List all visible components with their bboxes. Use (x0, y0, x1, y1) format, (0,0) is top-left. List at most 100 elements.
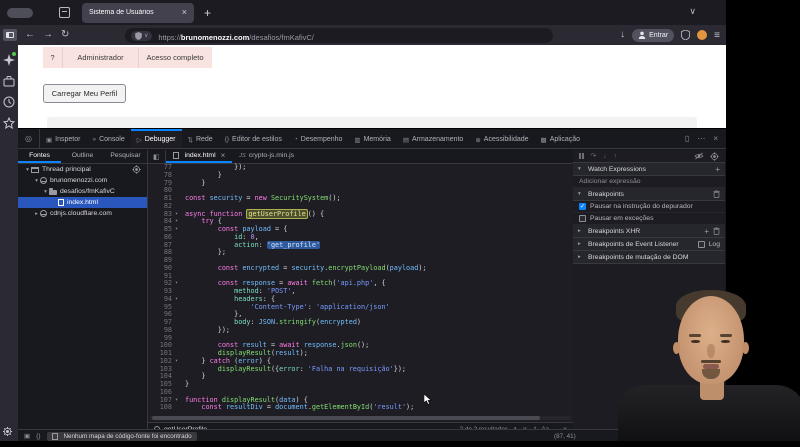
responsive-design-icon[interactable]: ▯ (685, 134, 689, 143)
pretty-print-icon[interactable]: {} (36, 433, 40, 440)
sources-tab-pesquisar[interactable]: Pesquisar (104, 150, 147, 163)
event-listener-breakpoints-header[interactable]: ▸ Breakpoints de Event Listener Log (573, 238, 725, 251)
new-tab-button[interactable]: + (204, 6, 211, 20)
load-profile-button[interactable]: Carregar Meu Perfil (43, 84, 126, 103)
devtools-tab-debugger[interactable]: ▷Debugger (131, 129, 182, 148)
devtools-tab-desempenho[interactable]: ◔Desempenho (288, 129, 349, 148)
pause-icon[interactable] (579, 153, 584, 159)
editor-tab-index-html[interactable]: index.html× (166, 150, 233, 163)
fold-icon[interactable]: ▾ (172, 358, 181, 366)
add-xhr-breakpoint-icon[interactable]: + (704, 227, 709, 236)
horizontal-scrollbar[interactable] (150, 416, 571, 420)
pause-on-exceptions-row[interactable]: Pausar em exceções (573, 213, 725, 225)
globe-icon (40, 210, 47, 217)
sources-settings-gear-icon[interactable] (132, 165, 141, 174)
collapse-icon: ▾ (578, 166, 584, 172)
step-in-icon[interactable]: ↓ (603, 153, 606, 160)
back-button[interactable]: ← (25, 30, 35, 40)
add-watch-icon[interactable]: + (715, 165, 720, 174)
devtools-tab-editor-de-estilos[interactable]: {}Editor de estilos (219, 129, 288, 148)
devtools-tab-inspetor[interactable]: ▣Inspetor (40, 129, 86, 148)
tree-item-label: Thread principal (42, 166, 91, 173)
download-icon[interactable]: ↓ (620, 30, 625, 40)
breakpoints-header[interactable]: ▾ Breakpoints (573, 188, 725, 201)
fold-icon[interactable]: ▾ (172, 226, 181, 234)
source-doc-icon[interactable]: ▣ (24, 432, 30, 440)
tab-list-chevron-icon[interactable]: ∨ (689, 6, 696, 17)
devtools-tab-console[interactable]: »Console (86, 129, 130, 148)
checkbox-checked[interactable]: ✓ (579, 203, 586, 210)
browser-tab[interactable]: Sistema de Usuários × (82, 3, 194, 23)
fold-icon[interactable]: ▾ (172, 211, 181, 219)
watch-expressions-header[interactable]: ▾ Watch Expressions + (573, 163, 725, 176)
sidebar-settings-gear-icon[interactable] (3, 423, 15, 435)
remove-breakpoints-trash-icon[interactable] (713, 190, 720, 198)
tree-item-desafios-fmkafivc[interactable]: ▾desafios/fmKafivC (18, 186, 147, 197)
devtools-tab-acessibilidade[interactable]: ⊕Acessibilidade (469, 129, 534, 148)
fold-icon[interactable]: ▾ (172, 296, 181, 304)
site-identity-chip[interactable]: ∨ (131, 31, 152, 41)
collapse-icon[interactable]: ▾ (42, 189, 49, 195)
debugger-settings-gear-icon[interactable] (710, 152, 719, 161)
collapse-sources-icon[interactable]: ◧ (148, 150, 166, 163)
sources-tab-fontes[interactable]: Fontes (18, 150, 61, 163)
ai-chat-icon[interactable] (3, 53, 15, 65)
collapse-icon[interactable]: ▾ (33, 178, 40, 184)
role-cell: Administrador (63, 47, 139, 68)
fold-gutter (172, 164, 181, 172)
code-editor[interactable]: ◧ index.html×JScrypto-js.min.js 77 });78… (148, 150, 573, 429)
fold-icon[interactable]: ▾ (172, 397, 181, 405)
devtools-tab-memória[interactable]: ▥Memória (348, 129, 396, 148)
pause-debugger-statement-row[interactable]: ✓ Pausar na instrução do depurador (573, 201, 725, 213)
history-clock-icon[interactable] (3, 95, 15, 107)
code-text: displayResult({error: 'Falha na requisiç… (181, 366, 406, 374)
fold-gutter (172, 311, 181, 319)
disable-breakpoints-icon[interactable] (694, 152, 704, 160)
step-out-icon[interactable]: ↑ (614, 153, 617, 160)
add-expression-input[interactable]: Adicionar expressão (573, 176, 725, 188)
log-checkbox[interactable] (698, 241, 705, 248)
tree-item-index-html[interactable]: index.html (18, 197, 147, 208)
sign-in-button[interactable]: Entrar (632, 29, 674, 42)
tree-item-thread-principal[interactable]: ▾ Thread principal (18, 164, 147, 175)
app-menu-icon[interactable]: ≡ (714, 30, 720, 41)
sources-tab-outline[interactable]: Outline (61, 150, 104, 163)
step-over-icon[interactable]: ↷ (591, 152, 597, 160)
profile-avatar[interactable] (697, 30, 707, 40)
devtools-tab-aplicação[interactable]: ▩Aplicação (535, 129, 587, 148)
xhr-breakpoints-header[interactable]: ▸ Breakpoints XHR + (573, 225, 725, 238)
forward-button[interactable]: → (43, 30, 53, 40)
tab-close-icon[interactable]: × (182, 8, 187, 17)
sourcemap-message-chip[interactable]: Nenhum mapa de código-fonte foi encontra… (47, 432, 197, 441)
tab-icon: {} (225, 136, 229, 143)
fold-gutter (172, 265, 181, 273)
fold-icon[interactable]: ▾ (172, 280, 181, 288)
sidebar-toggle-button[interactable] (3, 29, 17, 41)
bookmarks-star-icon[interactable] (3, 116, 15, 128)
editor-tab-crypto-js-min-js[interactable]: JScrypto-js.min.js (232, 150, 301, 163)
fold-gutter (172, 342, 181, 350)
code-text: }; (181, 249, 226, 257)
tab-manager-icon[interactable] (59, 7, 70, 18)
pick-element-icon[interactable]: ◎ (18, 129, 40, 148)
devtools-tab-rede[interactable]: ⇅Rede (182, 129, 219, 148)
collapse-icon[interactable]: ▾ (24, 167, 31, 173)
line-number[interactable]: 108 (148, 404, 172, 412)
fold-icon[interactable]: ▾ (172, 218, 181, 226)
expand-icon: ▸ (578, 254, 584, 260)
remove-xhr-trash-icon[interactable] (713, 227, 720, 235)
close-icon[interactable]: × (221, 151, 226, 160)
briefcase-icon[interactable] (3, 74, 15, 86)
window-controls[interactable] (7, 8, 33, 18)
url-bar[interactable]: ∨ https://brunomenozzi.com/desafios/fmKa… (125, 28, 553, 43)
extension-shield-icon[interactable] (681, 30, 690, 40)
scrollbar-thumb[interactable] (152, 416, 540, 420)
devtools-close-icon[interactable]: × (713, 134, 718, 143)
tree-item-brunomenozzi-com[interactable]: ▾brunomenozzi.com (18, 175, 147, 186)
reload-button[interactable]: ↻ (61, 30, 69, 40)
checkbox-unchecked[interactable] (579, 215, 586, 222)
tree-item-cdnjs-cloudflare-com[interactable]: ▸cdnjs.cloudflare.com (18, 208, 147, 219)
expand-icon[interactable]: ▸ (33, 211, 40, 217)
devtools-menu-icon[interactable]: ⋯ (697, 134, 705, 143)
devtools-tab-armazenamento[interactable]: ▤Armazenamento (397, 129, 470, 148)
